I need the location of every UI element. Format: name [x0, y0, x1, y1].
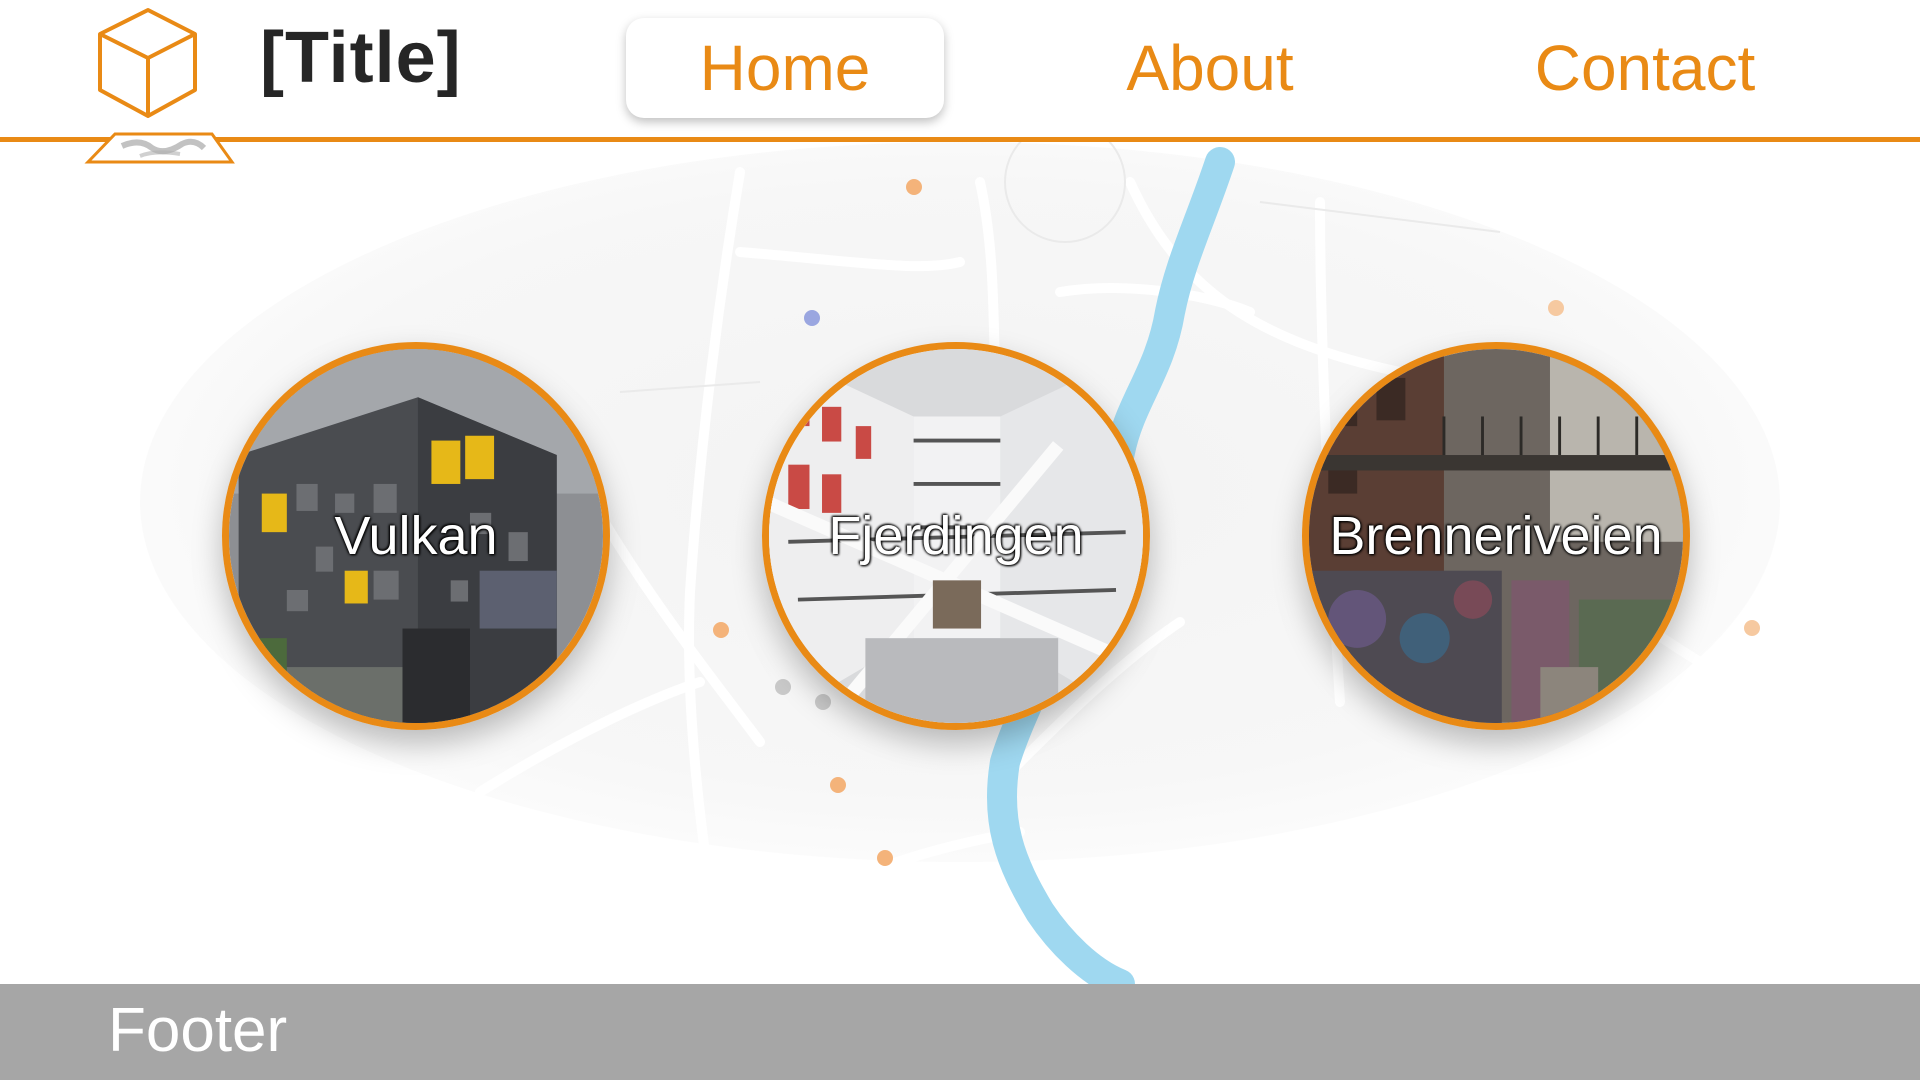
location-label-vulkan: Vulkan: [334, 506, 498, 566]
location-label-brenneriveien: Brenneriveien: [1329, 506, 1663, 566]
location-fjerdingen[interactable]: Fjerdingen: [762, 342, 1150, 730]
location-vulkan[interactable]: Vulkan: [222, 342, 610, 730]
page-title: [Title]: [260, 18, 462, 98]
location-brenneriveien[interactable]: Brenneriveien: [1302, 342, 1690, 730]
nav-contact[interactable]: Contact: [1510, 18, 1780, 118]
cube-logo-icon[interactable]: [60, 6, 235, 166]
nav-about[interactable]: About: [1080, 18, 1340, 118]
header: [Title] Home About Contact: [0, 0, 1920, 142]
footer-text: Footer: [108, 996, 288, 1065]
nav-home[interactable]: Home: [626, 18, 944, 118]
location-label-fjerdingen: Fjerdingen: [828, 506, 1084, 566]
footer: Footer: [0, 984, 1920, 1080]
